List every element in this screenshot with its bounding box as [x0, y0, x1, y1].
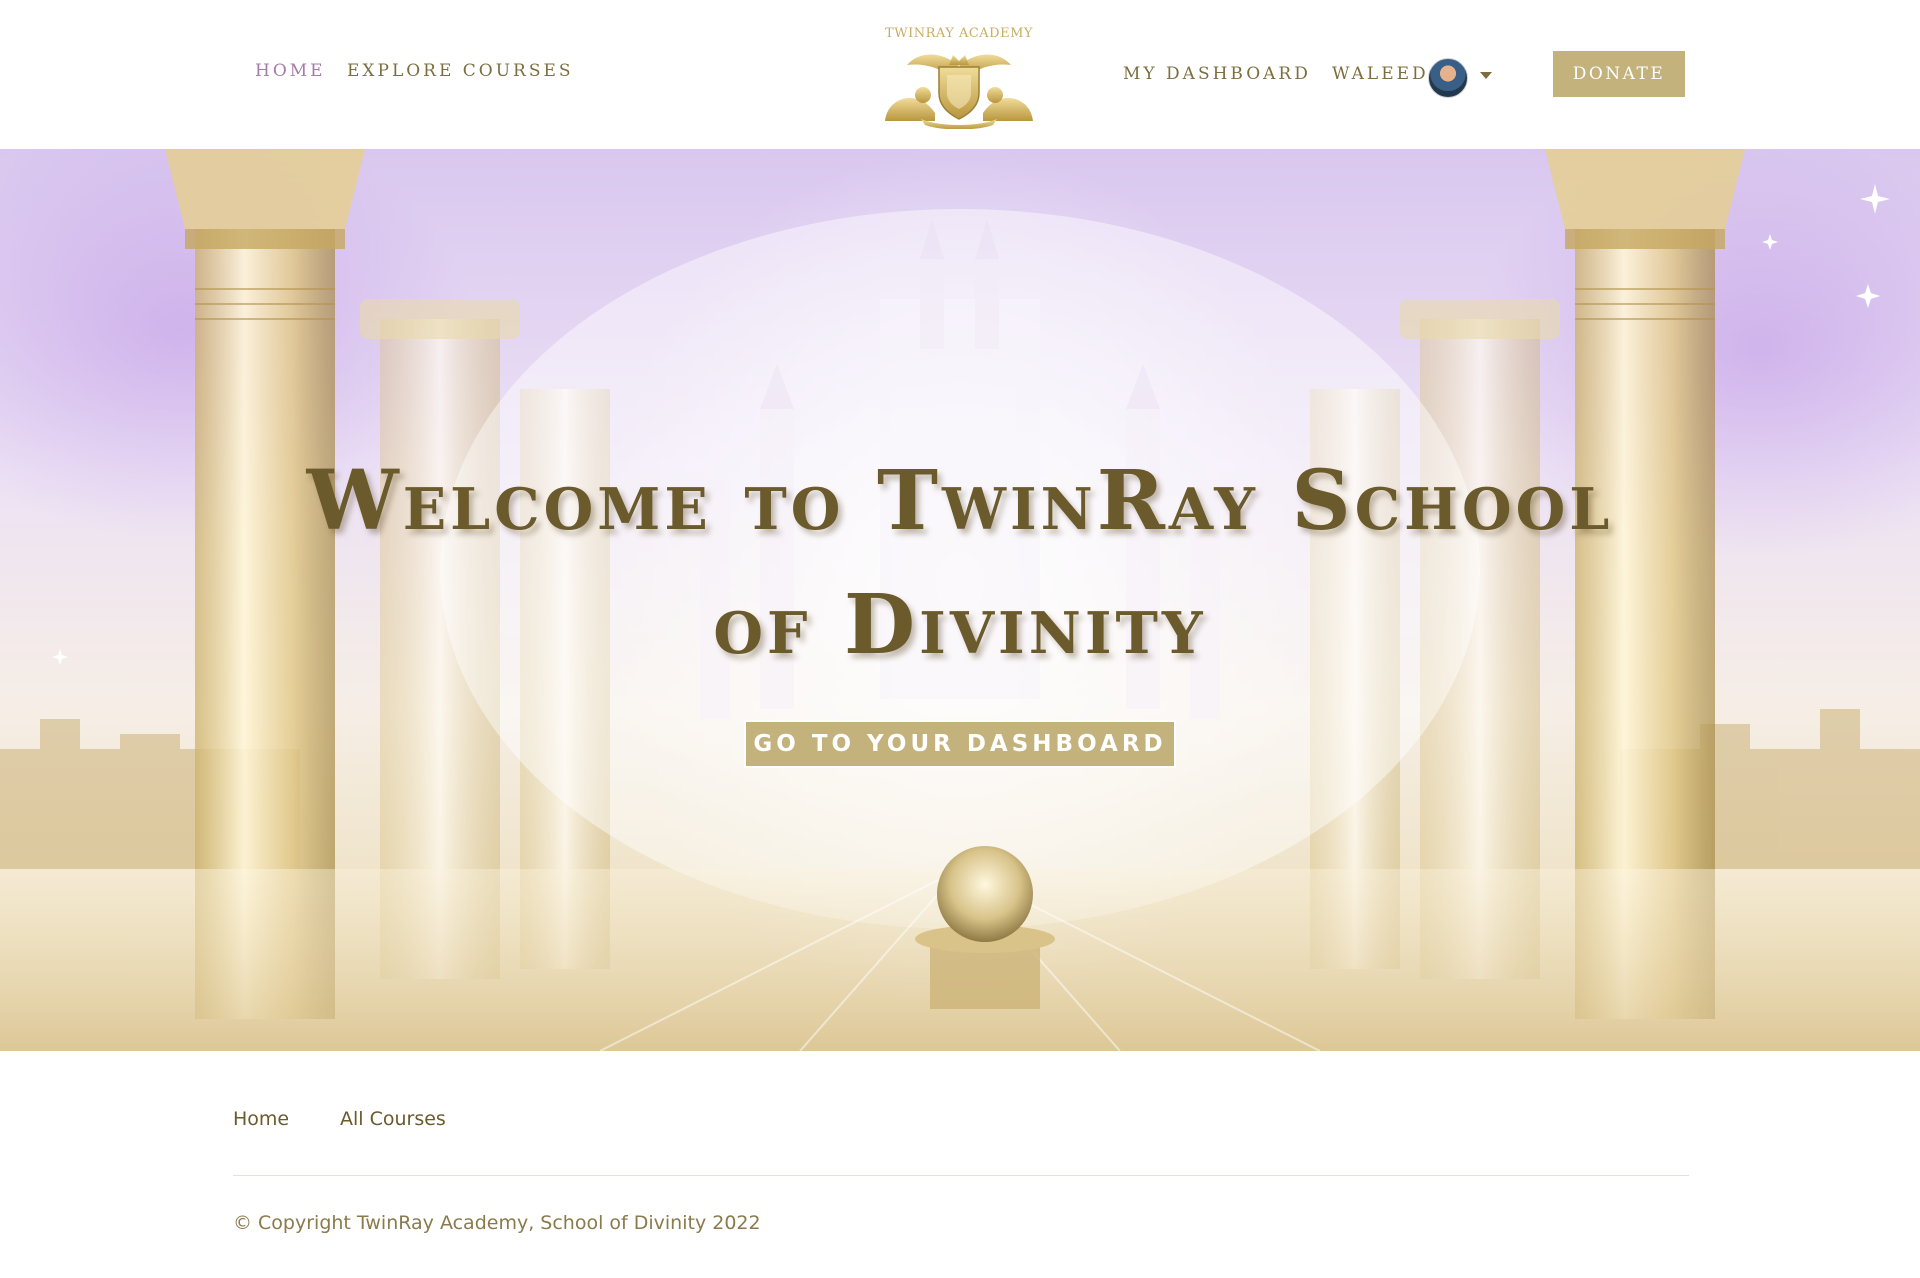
user-avatar[interactable]: [1428, 58, 1468, 98]
caret-down-icon[interactable]: [1480, 72, 1492, 79]
user-menu-name[interactable]: WALEED: [1332, 64, 1429, 84]
donate-button[interactable]: DONATE: [1553, 51, 1685, 97]
copyright-text: © Copyright TwinRay Academy, School of D…: [233, 1212, 761, 1234]
hero-banner: Welcome to TwinRay School of Divinity GO…: [0, 149, 1920, 1051]
logo-text: TWINRAY ACADEMY: [885, 26, 1033, 41]
site-header: HOME EXPLORE COURSES TWINRAY ACADEMY MY …: [0, 0, 1920, 149]
nav-home-link[interactable]: HOME: [255, 61, 326, 81]
go-to-dashboard-button[interactable]: GO TO YOUR DASHBOARD: [744, 720, 1176, 768]
nav-explore-courses-link[interactable]: EXPLORE COURSES: [347, 61, 574, 81]
hero-title: Welcome to TwinRay School of Divinity: [306, 453, 1614, 673]
nav-my-dashboard-link[interactable]: MY DASHBOARD: [1123, 64, 1311, 84]
footer-divider: [233, 1175, 1689, 1176]
footer-home-link[interactable]: Home: [233, 1108, 289, 1130]
footer-all-courses-link[interactable]: All Courses: [340, 1108, 446, 1130]
site-logo[interactable]: TWINRAY ACADEMY: [874, 26, 1044, 134]
crest-lions-icon: [885, 54, 1033, 129]
